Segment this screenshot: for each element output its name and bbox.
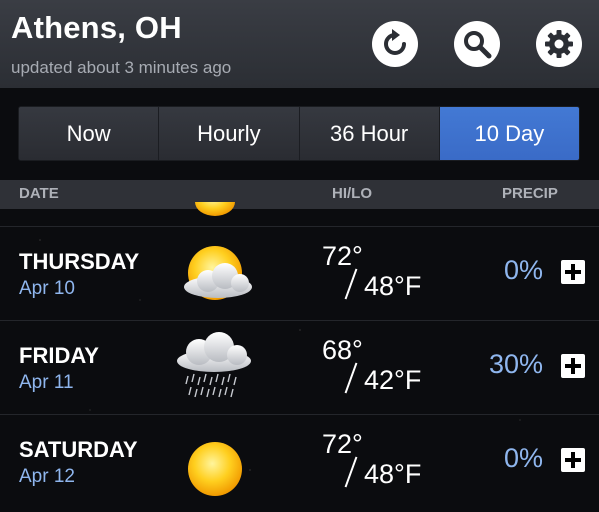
refresh-icon bbox=[384, 29, 406, 55]
precip-chance: 0% bbox=[503, 443, 543, 473]
search-button[interactable] bbox=[454, 21, 500, 67]
tab-hourly[interactable]: Hourly bbox=[159, 107, 300, 160]
tab-36-hour[interactable]: 36 Hour bbox=[299, 107, 440, 160]
low-temp: 42°F bbox=[364, 365, 422, 395]
hi-lo-temps: 72° 48°F bbox=[320, 241, 440, 311]
column-hilo: HI/LO bbox=[332, 185, 372, 202]
precip-chance: 30% bbox=[488, 349, 543, 379]
low-temp: 48°F bbox=[364, 459, 422, 489]
city-title: Athens, OH bbox=[11, 10, 182, 45]
temp-divider bbox=[344, 456, 358, 488]
column-header-bar: DATE HI/LO PRECIP bbox=[0, 180, 599, 209]
hi-lo-temps: 68° 42°F bbox=[320, 335, 440, 405]
precip-chance: 0% bbox=[503, 255, 543, 285]
day-name: FRIDAY bbox=[19, 343, 99, 368]
day-name: THURSDAY bbox=[19, 249, 140, 274]
updated-status: updated about 3 minutes ago bbox=[11, 58, 232, 77]
expand-plus-icon[interactable] bbox=[561, 354, 585, 378]
column-date: DATE bbox=[19, 185, 59, 202]
gear-icon bbox=[545, 30, 573, 58]
refresh-button[interactable] bbox=[372, 21, 418, 67]
day-date: Apr 12 bbox=[19, 466, 75, 487]
expand-plus-icon[interactable] bbox=[561, 260, 585, 284]
high-temp: 72° bbox=[322, 241, 363, 271]
settings-button[interactable] bbox=[536, 21, 582, 67]
column-precip: PRECIP bbox=[502, 185, 558, 202]
expand-plus-icon[interactable] bbox=[561, 448, 585, 472]
tab-10-day[interactable]: 10 Day bbox=[439, 107, 579, 160]
day-date: Apr 10 bbox=[19, 278, 75, 299]
list-item[interactable]: FRIDAY Apr 11 68° 42°F 30% bbox=[0, 320, 599, 413]
high-temp: 68° bbox=[322, 335, 363, 365]
app-header: Athens, OH updated about 3 minutes ago bbox=[0, 0, 599, 88]
tab-now[interactable]: Now bbox=[19, 107, 160, 160]
hi-lo-temps: 72° 48°F bbox=[320, 429, 440, 499]
partly-cloudy-icon bbox=[184, 246, 252, 300]
low-temp: 48°F bbox=[364, 271, 422, 301]
day-date: Apr 11 bbox=[19, 372, 74, 393]
sun-icon bbox=[195, 202, 235, 216]
temp-divider bbox=[344, 268, 358, 300]
list-item[interactable]: THURSDAY Apr 10 72° 48°F 0% bbox=[0, 226, 599, 319]
temp-divider bbox=[344, 362, 358, 394]
list-item[interactable]: SATURDAY Apr 12 72° 48°F 0% bbox=[0, 414, 599, 507]
day-name: SATURDAY bbox=[19, 437, 138, 462]
search-icon bbox=[464, 31, 492, 59]
sun-icon bbox=[188, 442, 242, 496]
forecast-tabs: Now Hourly 36 Hour 10 Day bbox=[18, 106, 580, 161]
high-temp: 72° bbox=[322, 429, 363, 459]
rain-icon bbox=[177, 332, 251, 398]
